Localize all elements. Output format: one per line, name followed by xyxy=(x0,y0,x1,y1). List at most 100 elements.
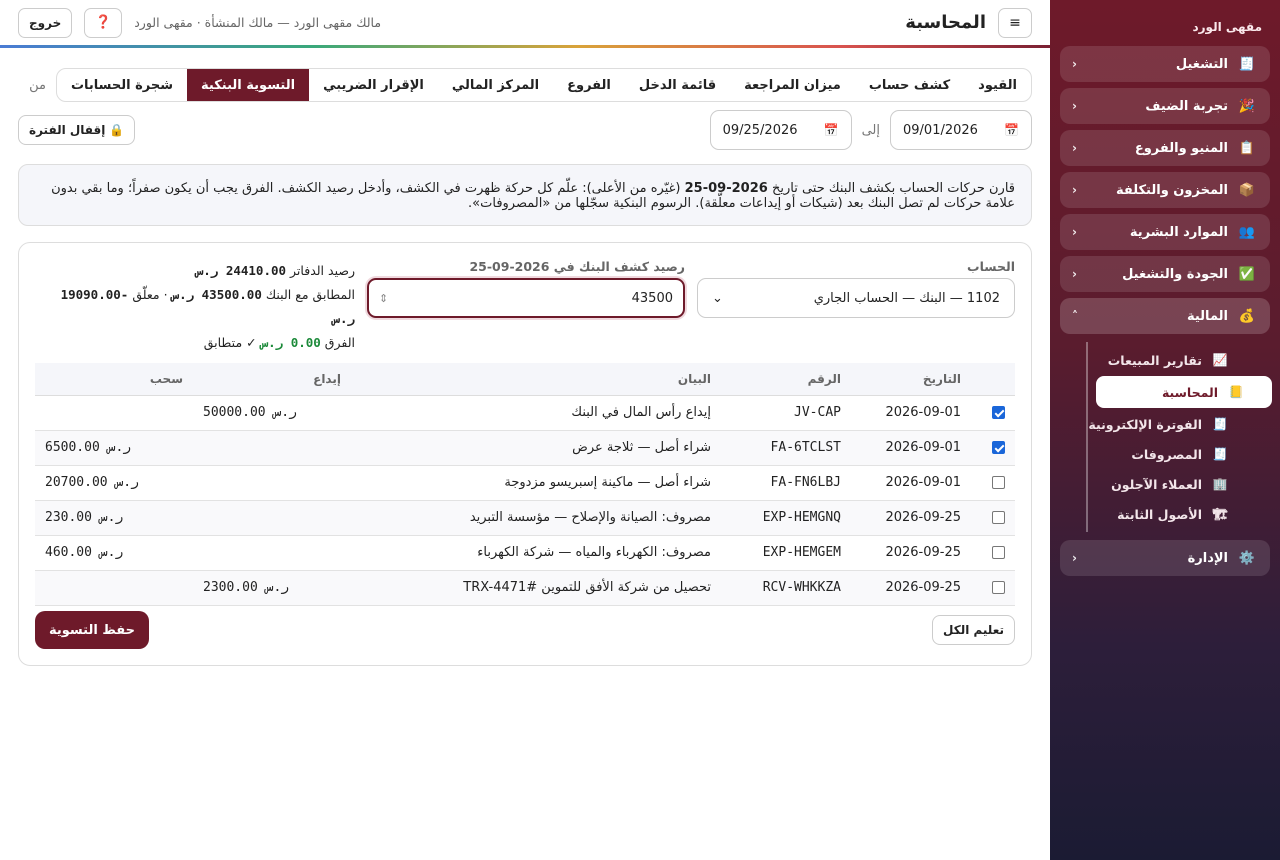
info-date: 2026-09-25 xyxy=(684,181,768,196)
row-withdraw xyxy=(35,395,193,431)
nav-group-label: الإدارة xyxy=(1187,550,1228,566)
pending-label: · معلّق xyxy=(132,287,168,302)
nav-group-hr[interactable]: 👥 الموارد البشرية ‹ xyxy=(1060,214,1270,250)
statement-balance-label: رصيد كشف البنك في 2026-09-25 xyxy=(469,259,685,274)
tab-branches[interactable]: الفروع xyxy=(553,69,625,101)
row-checkbox[interactable] xyxy=(992,476,1005,489)
row-checkbox[interactable] xyxy=(992,546,1005,559)
tab-financial-position[interactable]: المركز المالي xyxy=(438,69,553,101)
hamburger-icon: ≡ xyxy=(1009,14,1021,31)
row-checkbox-cell xyxy=(971,465,1015,501)
brand-name: مقهى الورد xyxy=(1192,20,1262,34)
row-ref: FA-6TCLST xyxy=(721,430,851,466)
table-row: 2026-09-25 EXP-HEMGNQ مصروف: الصيانة وال… xyxy=(35,500,1015,536)
row-withdraw: 6500.00 ر.س xyxy=(35,430,193,466)
clipboard-icon: 📋 xyxy=(1238,140,1256,156)
row-ref: EXP-HEMGEM xyxy=(721,535,851,571)
table-row: 2026-09-25 RCV-WHKKZA تحصيل من شركة الأف… xyxy=(35,570,1015,606)
from-label: من xyxy=(29,77,46,93)
menu-button[interactable]: ≡ xyxy=(998,7,1032,38)
receipt-icon: 🧾 xyxy=(1238,56,1256,72)
nav-group-operations[interactable]: 🧾 التشغيل ‹ xyxy=(1060,46,1270,82)
nav-group-quality[interactable]: ✅ الجودة والتشغيل ‹ xyxy=(1060,256,1270,292)
chevron-left-icon: ‹ xyxy=(1072,225,1077,239)
tab-trial-balance[interactable]: ميزان المراجعة xyxy=(730,69,855,101)
logout-button[interactable]: خروج xyxy=(18,7,73,38)
nav-group-label: المخزون والتكلفة xyxy=(1115,182,1228,198)
row-checkbox[interactable] xyxy=(992,581,1005,594)
save-reconciliation-button[interactable]: حفظ التسوية xyxy=(35,611,149,649)
sidebar-item-label: المحاسبة xyxy=(1161,384,1218,400)
statement-balance-value: 43500 xyxy=(631,290,673,306)
nav-group-inventory[interactable]: 📦 المخزون والتكلفة ‹ xyxy=(1060,172,1270,208)
table-header-row: التاريخ الرقم البيان إيداع سحب xyxy=(35,363,1015,396)
sidebar-item-credit-customers[interactable]: 🏢 العملاء الآجلون xyxy=(1074,470,1256,498)
date-value: 09/25/2026 xyxy=(722,122,798,138)
top-bar: ≡ المحاسبة مالك مقهى الورد — مالك المنشأ… xyxy=(0,0,1050,48)
nav-group-menu-branches[interactable]: 📋 المنيو والفروع ‹ xyxy=(1060,130,1270,166)
to-date-input[interactable]: 09/25/2026 📅 xyxy=(709,110,852,150)
sidebar-item-label: الفوترة الإلكترونية xyxy=(1088,416,1202,432)
row-description: تحصيل من شركة الأفق للتموين #TRX-4471 xyxy=(351,570,721,606)
row-checkbox[interactable] xyxy=(992,441,1005,454)
tab-chart-of-accounts[interactable]: شجرة الحسابات xyxy=(57,69,187,101)
table-row: 2026-09-25 EXP-HEMGEM مصروف: الكهرباء وا… xyxy=(35,535,1015,571)
sidebar-item-accounting[interactable]: 📒 المحاسبة xyxy=(1096,376,1272,408)
row-ref: FA-FN6LBJ xyxy=(721,465,851,501)
difference-value: 0.00 ر.س xyxy=(260,335,321,350)
deposit-column-header: إيداع xyxy=(193,363,351,396)
row-withdraw: 230.00 ر.س xyxy=(35,500,193,536)
main-content: ≡ المحاسبة مالك مقهى الورد — مالك المنشأ… xyxy=(0,0,1050,860)
select-column-header xyxy=(971,363,1015,396)
row-checkbox-cell xyxy=(971,500,1015,536)
reconciliation-form: الحساب 1102 — البنك — الحساب الجاري ⌄ رص… xyxy=(35,259,1015,363)
row-description: إيداع رأس المال في البنك xyxy=(351,395,721,431)
tab-bank-reconciliation[interactable]: التسوية البنكية xyxy=(187,69,310,101)
gear-icon: ⚙️ xyxy=(1238,550,1256,566)
from-date-input[interactable]: 09/01/2026 📅 xyxy=(890,110,1032,150)
row-description: شراء أصل — ثلاجة عرض xyxy=(351,430,721,466)
nav-group-finance[interactable]: 💰 المالية ˄ xyxy=(1060,298,1270,334)
nav-group-admin[interactable]: ⚙️ الإدارة ‹ xyxy=(1060,540,1270,576)
row-deposit xyxy=(193,465,351,501)
mark-all-button[interactable]: تعليم الكل xyxy=(932,615,1015,645)
date-column-header: التاريخ xyxy=(851,363,971,396)
spinner-icon[interactable]: ⇕ xyxy=(379,292,388,305)
sidebar-item-expenses[interactable]: 🧾 المصروفات xyxy=(1074,440,1256,468)
chart-icon: 📈 xyxy=(1212,353,1228,367)
tab-journal[interactable]: القيود xyxy=(964,69,1031,101)
tab-tax-return[interactable]: الإقرار الضريبي xyxy=(309,69,438,101)
help-button[interactable]: ❓ xyxy=(84,7,123,38)
close-period-label: إقفال الفترة xyxy=(29,123,106,137)
matched-value: 43500.00 ر.س xyxy=(171,287,262,302)
reconciliation-summary: رصيد الدفاتر 24410.00 ر.س المطابق مع الب… xyxy=(35,259,355,355)
sidebar-item-label: العملاء الآجلون xyxy=(1111,476,1202,492)
chevron-left-icon: ‹ xyxy=(1072,551,1077,565)
account-select[interactable]: 1102 — البنك — الحساب الجاري ⌄ xyxy=(697,278,1015,318)
nav-group-label: المالية xyxy=(1186,308,1228,324)
statement-balance-input[interactable]: 43500 ⇕ xyxy=(367,278,685,318)
accounting-tabs: القيود كشف حساب ميزان المراجعة قائمة الد… xyxy=(55,68,1032,102)
row-checkbox[interactable] xyxy=(992,511,1005,524)
sidebar-item-fixed-assets[interactable]: 🏗 الأصول الثابتة xyxy=(1074,500,1256,528)
info-text-start: قارن حركات الحساب بكشف البنك حتى تاريخ xyxy=(767,181,1015,196)
statement-balance-field: رصيد كشف البنك في 2026-09-25 43500 ⇕ xyxy=(367,259,685,318)
receipt-icon: 🧾 xyxy=(1212,417,1228,431)
check-icon: ✅ xyxy=(1238,266,1256,282)
row-deposit: 50000.00 ر.س xyxy=(193,395,351,431)
row-date: 2026-09-25 xyxy=(851,500,971,536)
book-balance-value: 24410.00 ر.س xyxy=(195,263,287,278)
row-description: مصروف: الصيانة والإصلاح — مؤسسة التبريد xyxy=(351,500,721,536)
sidebar-item-label: الأصول الثابتة xyxy=(1117,506,1202,522)
tab-income-statement[interactable]: قائمة الدخل xyxy=(625,69,730,101)
row-checkbox[interactable] xyxy=(992,406,1005,419)
row-date: 2026-09-01 xyxy=(851,430,971,466)
sidebar-item-e-invoicing[interactable]: 🧾 الفوترة الإلكترونية xyxy=(1074,410,1256,438)
tab-account-statement[interactable]: كشف حساب xyxy=(855,69,964,101)
matched-label: المطابق مع البنك xyxy=(265,287,355,302)
nav-group-guest-experience[interactable]: 🎉 تجربة الضيف ‹ xyxy=(1060,88,1270,124)
sidebar-item-sales-reports[interactable]: 📈 تقارير المبيعات xyxy=(1074,346,1256,374)
difference-line: الفرق 0.00 ر.س ✓ متطابق xyxy=(35,331,355,355)
receipt-icon: 🧾 xyxy=(1212,447,1228,461)
close-period-button[interactable]: 🔒 إقفال الفترة xyxy=(18,115,136,145)
